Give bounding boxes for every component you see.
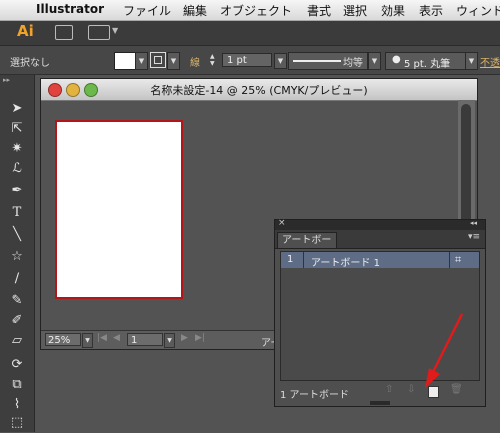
artboard-name: アートボード 1 bbox=[311, 258, 380, 269]
artboard-number: 1 bbox=[287, 254, 294, 265]
annotation-arrow bbox=[425, 313, 464, 388]
type-tool-icon[interactable]: T bbox=[7, 203, 27, 223]
brush-definition[interactable]: ● 5 pt. 丸筆 bbox=[385, 52, 467, 70]
zoom-field[interactable]: 25% bbox=[45, 333, 81, 346]
artboard-number-dropdown[interactable]: ▼ bbox=[164, 333, 175, 348]
artboard[interactable] bbox=[55, 120, 183, 299]
selection-status: 選択なし bbox=[10, 58, 50, 69]
application-bar: Ai ▼ bbox=[0, 21, 500, 46]
artboard-number-field[interactable]: 1 bbox=[127, 333, 163, 346]
brush-dropdown[interactable]: ▼ bbox=[465, 52, 478, 70]
free-transform-tool-icon[interactable]: ⬚ bbox=[7, 413, 27, 433]
scrollbar-thumb[interactable] bbox=[461, 104, 471, 224]
panel-menu-icon[interactable]: ▾≡ bbox=[468, 232, 480, 242]
tools-panel: ▸▸ ➤ ⇱ ✷ ℒ ✒ T ╲ ☆ ∕ ✎ ✐ ▱ ⟳ ⧉ ⌇ ⬚ bbox=[0, 75, 35, 432]
menu-edit[interactable]: 編集 bbox=[183, 2, 207, 19]
pencil-tool-icon[interactable]: ✎ bbox=[7, 291, 27, 311]
stroke-label[interactable]: 線 bbox=[190, 54, 200, 69]
menu-select[interactable]: 選択 bbox=[343, 2, 367, 19]
document-title-bar[interactable]: 名称未設定-14 @ 25% (CMYK/プレビュー) bbox=[41, 79, 477, 101]
menu-view[interactable]: 表示 bbox=[419, 2, 443, 19]
menu-object[interactable]: オブジェクト bbox=[220, 2, 292, 19]
stroke-weight-dropdown[interactable]: ▼ bbox=[274, 53, 287, 69]
blob-brush-tool-icon[interactable]: ✐ bbox=[7, 311, 27, 331]
profile-label: 均等 bbox=[343, 58, 363, 69]
menu-file[interactable]: ファイル bbox=[123, 2, 171, 19]
fill-dropdown[interactable]: ▼ bbox=[135, 52, 148, 70]
document-title: 名称未設定-14 @ 25% (CMYK/プレビュー) bbox=[150, 84, 368, 97]
line-tool-icon[interactable]: ╲ bbox=[7, 225, 27, 245]
tab-artboards[interactable]: アートボード bbox=[277, 232, 337, 262]
stroke-stepper[interactable]: ▲ ▼ bbox=[210, 53, 215, 67]
previous-artboard-icon[interactable]: ◀ bbox=[113, 333, 120, 343]
artboard-options-icon[interactable]: ⌗ bbox=[455, 253, 461, 267]
selection-tool-icon[interactable]: ➤ bbox=[7, 99, 27, 119]
arrow-head bbox=[425, 368, 440, 388]
menu-bar: Illustrator ファイル 編集 オブジェクト 書式 選択 効果 表示 ウ… bbox=[0, 0, 500, 21]
eraser-tool-icon[interactable]: ▱ bbox=[7, 331, 27, 351]
first-artboard-icon[interactable]: |◀ bbox=[97, 333, 107, 343]
stroke-color-swatch[interactable] bbox=[150, 52, 166, 68]
list-item[interactable]: 1 アートボード 1 ⌗ bbox=[281, 252, 479, 269]
magic-wand-tool-icon[interactable]: ✷ bbox=[7, 139, 27, 159]
rotate-tool-icon[interactable]: ⟳ bbox=[7, 355, 27, 375]
stroke-dropdown[interactable]: ▼ bbox=[167, 52, 180, 70]
panel-resize-grip[interactable] bbox=[370, 401, 390, 405]
artboard-count: 1 アートボード bbox=[280, 390, 349, 401]
lasso-tool-icon[interactable]: ℒ bbox=[7, 159, 27, 179]
zoom-dropdown[interactable]: ▼ bbox=[82, 333, 93, 348]
next-artboard-icon[interactable]: ▶ bbox=[181, 333, 188, 343]
collapse-panel-icon[interactable]: ◂◂ bbox=[470, 219, 477, 227]
variable-width-profile[interactable]: 均等 bbox=[288, 52, 368, 70]
control-bar: 選択なし ▼ ▼ 線 ▲ ▼ 1 pt ▼ 均等 ▼ ● 5 pt. 丸筆 ▼ 不… bbox=[0, 46, 500, 75]
bridge-icon[interactable] bbox=[55, 25, 73, 40]
profile-dropdown[interactable]: ▼ bbox=[368, 52, 381, 70]
menu-type[interactable]: 書式 bbox=[307, 2, 331, 19]
menu-window[interactable]: ウィンド bbox=[456, 2, 500, 19]
menu-effect[interactable]: 効果 bbox=[381, 2, 405, 19]
opacity-label[interactable]: 不透 bbox=[480, 54, 500, 69]
panel-header[interactable]: × ◂◂ bbox=[275, 218, 485, 230]
last-artboard-icon[interactable]: ▶| bbox=[195, 333, 205, 343]
star-tool-icon[interactable]: ☆ bbox=[7, 247, 27, 267]
app-menu[interactable]: Illustrator bbox=[36, 2, 104, 16]
brush-label: 5 pt. 丸筆 bbox=[404, 59, 451, 70]
stroke-weight-field[interactable]: 1 pt bbox=[222, 53, 272, 67]
app-logo: Ai bbox=[17, 22, 34, 40]
pen-tool-icon[interactable]: ✒ bbox=[7, 181, 27, 201]
panel-tab-bar: アートボード ▾≡ bbox=[275, 230, 485, 262]
close-icon[interactable]: × bbox=[278, 218, 286, 228]
move-down-icon[interactable]: ⇩ bbox=[407, 384, 415, 395]
collapse-icon[interactable]: ▸▸ bbox=[3, 76, 10, 84]
move-up-icon[interactable]: ⇧ bbox=[385, 384, 393, 395]
arrow-shaft bbox=[430, 313, 464, 375]
fill-color-swatch[interactable] bbox=[114, 52, 136, 70]
chevron-down-icon[interactable]: ▼ bbox=[112, 26, 118, 35]
direct-selection-tool-icon[interactable]: ⇱ bbox=[7, 119, 27, 139]
scale-tool-icon[interactable]: ⧉ bbox=[7, 375, 27, 395]
arrange-documents-icon[interactable] bbox=[88, 25, 110, 40]
warp-tool-icon[interactable]: ⌇ bbox=[7, 395, 27, 415]
paintbrush-tool-icon[interactable]: ∕ bbox=[7, 269, 27, 289]
